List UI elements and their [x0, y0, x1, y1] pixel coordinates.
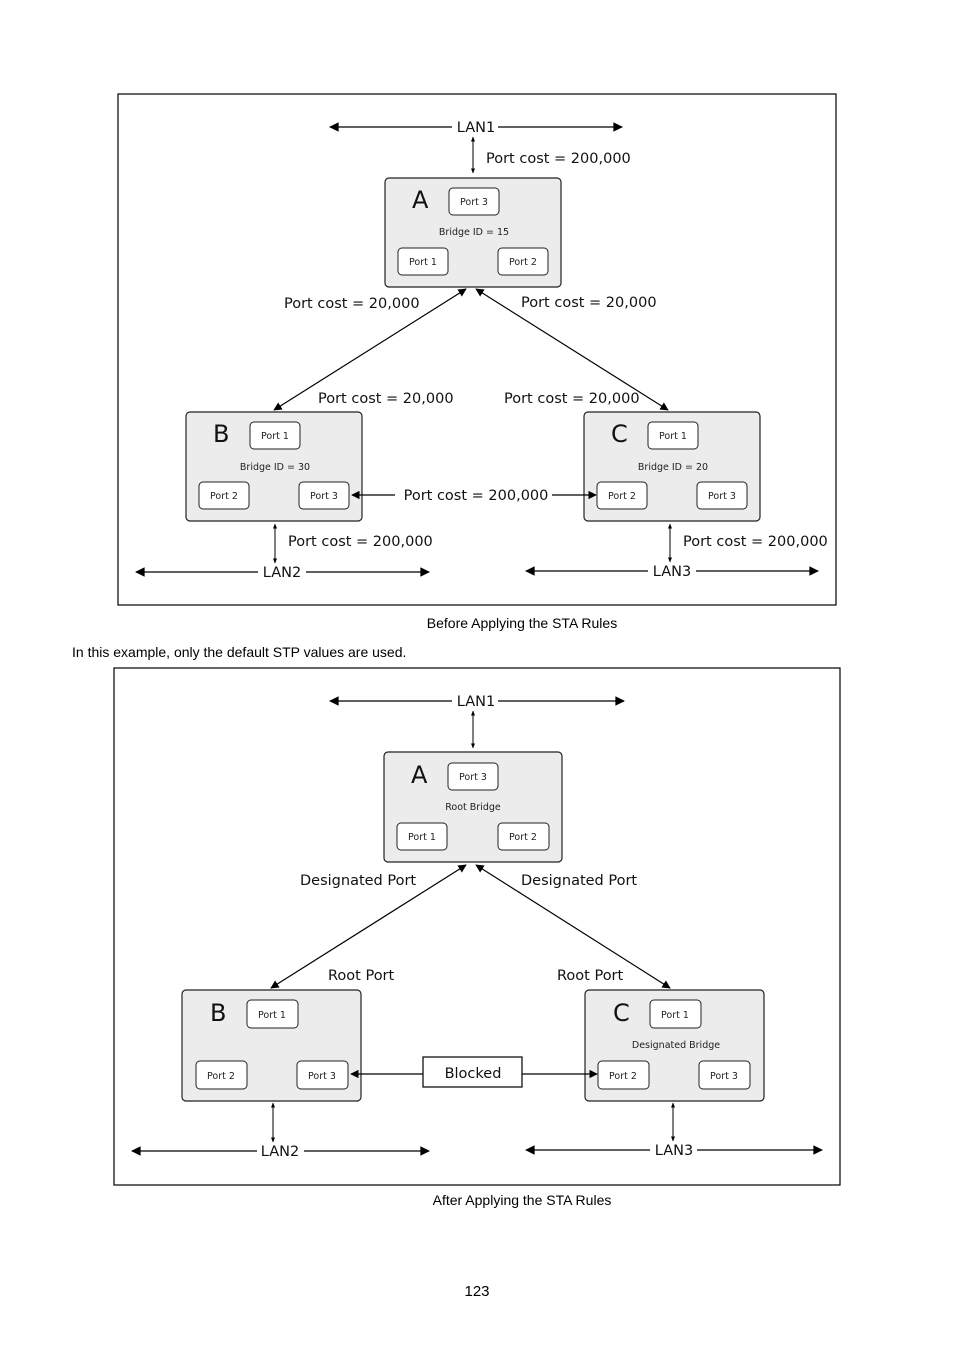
bridge-c-letter: C	[611, 420, 628, 448]
a-right-cost-label: Port cost = 20,000	[521, 295, 657, 311]
port-label: Port 2	[509, 832, 537, 843]
bridge-a: A Port 3 Root Bridge Port 1 Port 2	[383, 751, 563, 863]
bridge-a: A Port 3 Bridge ID = 15 Port 1 Port 2	[384, 177, 562, 288]
bridge-c-info: Bridge ID = 20	[638, 462, 708, 473]
lan3-segment: LAN3	[525, 564, 819, 580]
figure-after-sta: LAN1 A Port 3 Root Bridge Port 1 Port 2 …	[113, 667, 841, 1186]
lan2-label: LAN2	[261, 1144, 299, 1160]
a-left-designated-port-label: Designated Port	[300, 873, 416, 889]
bridge-a-info: Bridge ID = 15	[439, 227, 509, 238]
port-label: Port 1	[659, 431, 687, 442]
bridge-a-info: Root Bridge	[445, 802, 501, 813]
bridge-b-letter: B	[213, 420, 229, 448]
bridge-b: B Port 1 Port 2 Port 3	[181, 989, 362, 1102]
bridge-b-letter: B	[210, 999, 226, 1027]
blocked-box: Blocked	[422, 1056, 523, 1088]
port-label: Port 3	[708, 491, 736, 502]
bridge-a-letter: A	[411, 761, 428, 789]
bridge-c: C Port 1 Bridge ID = 20 Port 2 Port 3	[583, 411, 761, 522]
lan3-label: LAN3	[655, 1143, 693, 1159]
a-left-cost-label: Port cost = 20,000	[284, 296, 420, 312]
port-label: Port 2	[608, 491, 636, 502]
port-label: Port 1	[661, 1010, 689, 1021]
port-label: Port 1	[258, 1010, 286, 1021]
body-paragraph: In this example, only the default STP va…	[72, 644, 407, 660]
bridge-c-info: Designated Bridge	[632, 1040, 720, 1051]
port-label: Port 3	[460, 197, 488, 208]
lan2-segment: LAN2	[131, 1144, 430, 1160]
bridge-b-info: Bridge ID = 30	[240, 462, 310, 473]
lan3-segment: LAN3	[525, 1143, 823, 1159]
port-label: Port 3	[308, 1071, 336, 1082]
bridge-b: B Port 1 Bridge ID = 30 Port 2 Port 3	[185, 411, 363, 522]
bridge-c-letter: C	[613, 999, 630, 1027]
c-top-cost-label: Port cost = 20,000	[504, 391, 640, 407]
lan2-label: LAN2	[263, 565, 301, 581]
port-label: Port 2	[609, 1071, 637, 1082]
lan1-label: LAN1	[457, 120, 495, 136]
port-label: Port 3	[310, 491, 338, 502]
lan1-label: LAN1	[457, 694, 495, 710]
port-label: Port 2	[509, 257, 537, 268]
a-right-designated-port-label: Designated Port	[521, 873, 637, 889]
figure2-caption: After Applying the STA Rules	[432, 1192, 612, 1208]
b-lan2-cost-label: Port cost = 200,000	[288, 534, 433, 550]
port-label: Port 1	[408, 832, 436, 843]
figure-frame	[113, 667, 841, 1186]
blocked-label: Blocked	[445, 1066, 502, 1082]
lan2-segment: LAN2	[135, 565, 430, 581]
lan3-label: LAN3	[653, 564, 691, 580]
c-lan3-cost-label: Port cost = 200,000	[683, 534, 828, 550]
port-label: Port 1	[261, 431, 289, 442]
bridge-c: C Port 1 Designated Bridge Port 2 Port 3	[584, 989, 765, 1102]
b-top-cost-label: Port cost = 20,000	[318, 391, 454, 407]
b-root-port-label: Root Port	[328, 968, 395, 984]
figure1-caption: Before Applying the STA Rules	[426, 615, 618, 631]
lan1-segment: LAN1	[329, 120, 623, 136]
bridge-a-letter: A	[412, 186, 429, 214]
port-label: Port 1	[409, 257, 437, 268]
port-label: Port 2	[207, 1071, 235, 1082]
port-label: Port 3	[710, 1071, 738, 1082]
port-label: Port 3	[459, 772, 487, 783]
port-label: Port 2	[210, 491, 238, 502]
b-c-cost-label: Port cost = 200,000	[404, 488, 549, 504]
lan1-segment: LAN1	[329, 694, 625, 710]
c-root-port-label: Root Port	[557, 968, 624, 984]
lan1-a-cost-label: Port cost = 200,000	[486, 151, 631, 167]
figure-frame	[117, 93, 837, 606]
page-number: 123	[464, 1283, 490, 1300]
figure-before-sta: LAN1 Port cost = 200,000 A Port 3 Bridge…	[117, 93, 837, 606]
